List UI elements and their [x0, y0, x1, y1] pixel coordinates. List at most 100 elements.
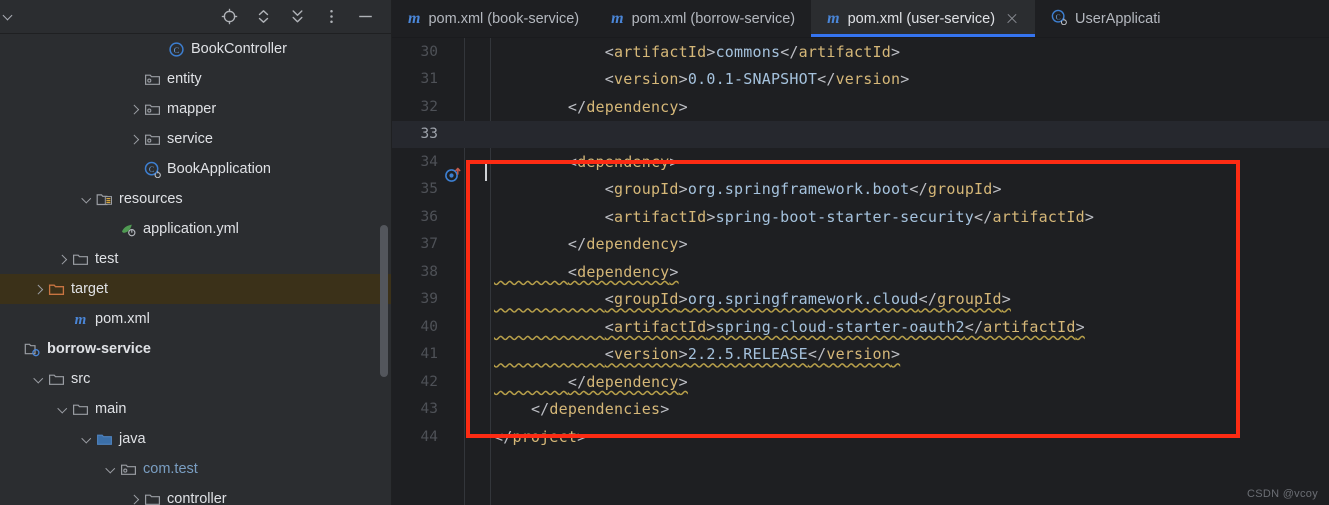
editor-tab[interactable]: m pom.xml (user-service) [811, 0, 1036, 37]
tree-item-test[interactable]: test [0, 244, 392, 274]
maven-pom-icon: m [408, 9, 421, 27]
code-line[interactable]: 37 </dependency> [392, 231, 1329, 259]
svg-text:C: C [149, 165, 154, 174]
tree-arrow-spacer [8, 343, 21, 356]
spring-class-icon: C [1051, 9, 1067, 29]
line-number: 43 [420, 401, 438, 418]
watermark: CSDN @vcoy [1246, 488, 1318, 500]
tree-item-label: service [167, 130, 213, 147]
tree-item-java[interactable]: java [0, 424, 392, 454]
tree-item-mapper[interactable]: mapper [0, 94, 392, 124]
resources-folder-icon [96, 191, 113, 208]
line-number: 37 [420, 236, 438, 253]
code-text: <artifactId>spring-cloud-starter-oauth2<… [604, 317, 1085, 336]
editor-tab-label: pom.xml (book-service) [428, 10, 580, 27]
collapse-all-icon[interactable] [289, 8, 306, 25]
code-text: </project> [494, 427, 587, 446]
package-folder-icon [144, 71, 161, 88]
code-text: <groupId>org.springframework.cloud</grou… [604, 290, 1011, 309]
chevron-right-icon[interactable] [128, 103, 141, 116]
code-text: <groupId>org.springframework.boot</group… [604, 180, 1002, 199]
code-editor[interactable]: 30 <artifactId>commons</artifactId> 31 <v… [392, 38, 1329, 505]
tree-item-label: controller [167, 490, 227, 505]
chevron-right-icon[interactable] [32, 283, 45, 296]
code-line[interactable]: 38 <dependency> [392, 258, 1329, 286]
editor-tab[interactable]: m pom.xml (book-service) [392, 0, 595, 37]
tree-item-label: borrow-service [47, 340, 151, 357]
tree-arrow-spacer [104, 223, 117, 236]
chevron-down-icon[interactable] [104, 463, 117, 476]
chevron-down-icon[interactable] [32, 373, 45, 386]
project-tree[interactable]: C BookController entity mapper service C BookA… [0, 34, 392, 505]
code-line[interactable]: 31 <version>0.0.1-SNAPSHOT</version> [392, 66, 1329, 94]
tree-item-label: test [95, 250, 119, 267]
locate-target-icon[interactable] [221, 8, 238, 25]
code-line[interactable]: 35 <groupId>org.springframework.boot</gr… [392, 176, 1329, 204]
chevron-right-icon[interactable] [128, 493, 141, 505]
editor-tab[interactable]: m pom.xml (borrow-service) [595, 0, 811, 37]
editor-tab-label: pom.xml (borrow-service) [631, 10, 796, 27]
maven-pom-icon: m [827, 9, 840, 27]
line-number: 34 [420, 153, 438, 170]
code-line[interactable]: 40 <artifactId>spring-cloud-starter-oaut… [392, 313, 1329, 341]
tree-item-bookcontroller[interactable]: C BookController [0, 34, 392, 64]
spring-yaml-icon [120, 221, 137, 238]
hide-panel-icon[interactable] [357, 8, 374, 25]
editor-area: m pom.xml (book-service) m pom.xml (borrow-… [392, 0, 1329, 505]
text-caret [485, 161, 487, 181]
tree-item-application-yml[interactable]: application.yml [0, 214, 392, 244]
tree-item-main[interactable]: main [0, 394, 392, 424]
code-text: <artifactId>spring-boot-starter-security… [604, 207, 1095, 226]
code-text: <artifactId>commons</artifactId> [604, 42, 901, 61]
editor-tab[interactable]: C UserApplicati [1035, 0, 1176, 37]
line-number: 33 [420, 126, 438, 143]
tree-item-resources[interactable]: resources [0, 184, 392, 214]
code-text: <dependency> [567, 152, 679, 171]
code-line[interactable]: 39 <groupId>org.springframework.cloud</g… [392, 286, 1329, 314]
maven-module-icon [24, 341, 41, 358]
tree-item-bookapplication[interactable]: C BookApplication [0, 154, 392, 184]
code-text: <version>0.0.1-SNAPSHOT</version> [604, 70, 910, 89]
chevron-down-icon[interactable] [80, 193, 93, 206]
code-line[interactable]: 33 [392, 120, 1329, 148]
chevron-right-icon[interactable] [56, 253, 69, 266]
project-tree-scrollbar[interactable] [380, 225, 388, 377]
tree-item-controller[interactable]: controller [0, 484, 392, 505]
spring-class-icon: C [144, 161, 161, 178]
line-number: 36 [420, 208, 438, 225]
svg-text:C: C [174, 45, 180, 55]
code-text: <dependency> [567, 262, 679, 281]
tree-item-label: BookApplication [167, 160, 271, 177]
project-panel-title-button[interactable]: ct [0, 9, 14, 24]
chevron-down-icon[interactable] [56, 403, 69, 416]
close-icon[interactable] [1005, 12, 1019, 26]
tree-item-pom-xml[interactable]: m pom.xml [0, 304, 392, 334]
code-text: <version>2.2.5.RELEASE</version> [604, 345, 901, 364]
code-line[interactable]: 32 </dependency> [392, 93, 1329, 121]
tree-item-src[interactable]: src [0, 364, 392, 394]
chevron-down-icon[interactable] [3, 11, 14, 22]
code-line[interactable]: 42 </dependency> [392, 368, 1329, 396]
expand-collapse-icon[interactable] [255, 8, 272, 25]
chevron-down-icon[interactable] [80, 433, 93, 446]
ide-window: ct [0, 0, 1329, 505]
code-line[interactable]: 41 <version>2.2.5.RELEASE</version> [392, 341, 1329, 369]
code-line[interactable]: 30 <artifactId>commons</artifactId> [392, 38, 1329, 66]
code-line[interactable]: 43 </dependencies> [392, 396, 1329, 424]
tree-item-service[interactable]: service [0, 124, 392, 154]
svg-text:C: C [1056, 12, 1061, 21]
tree-item-label: application.yml [143, 220, 239, 237]
tree-item-entity[interactable]: entity [0, 64, 392, 94]
package-folder-icon [144, 101, 161, 118]
code-line[interactable]: 34 <dependency> [392, 148, 1329, 182]
tree-item-target[interactable]: target [0, 274, 392, 304]
chevron-right-icon[interactable] [128, 133, 141, 146]
more-options-icon[interactable] [323, 8, 340, 25]
line-number: 38 [420, 263, 438, 280]
code-text: </dependency> [567, 372, 688, 391]
tree-item-borrow-service[interactable]: borrow-service [0, 334, 392, 364]
code-line[interactable]: 36 <artifactId>spring-boot-starter-secur… [392, 203, 1329, 231]
code-line[interactable]: 44 </project> [392, 423, 1329, 451]
code-text: </dependencies> [530, 400, 670, 419]
tree-item-com-test[interactable]: com.test [0, 454, 392, 484]
